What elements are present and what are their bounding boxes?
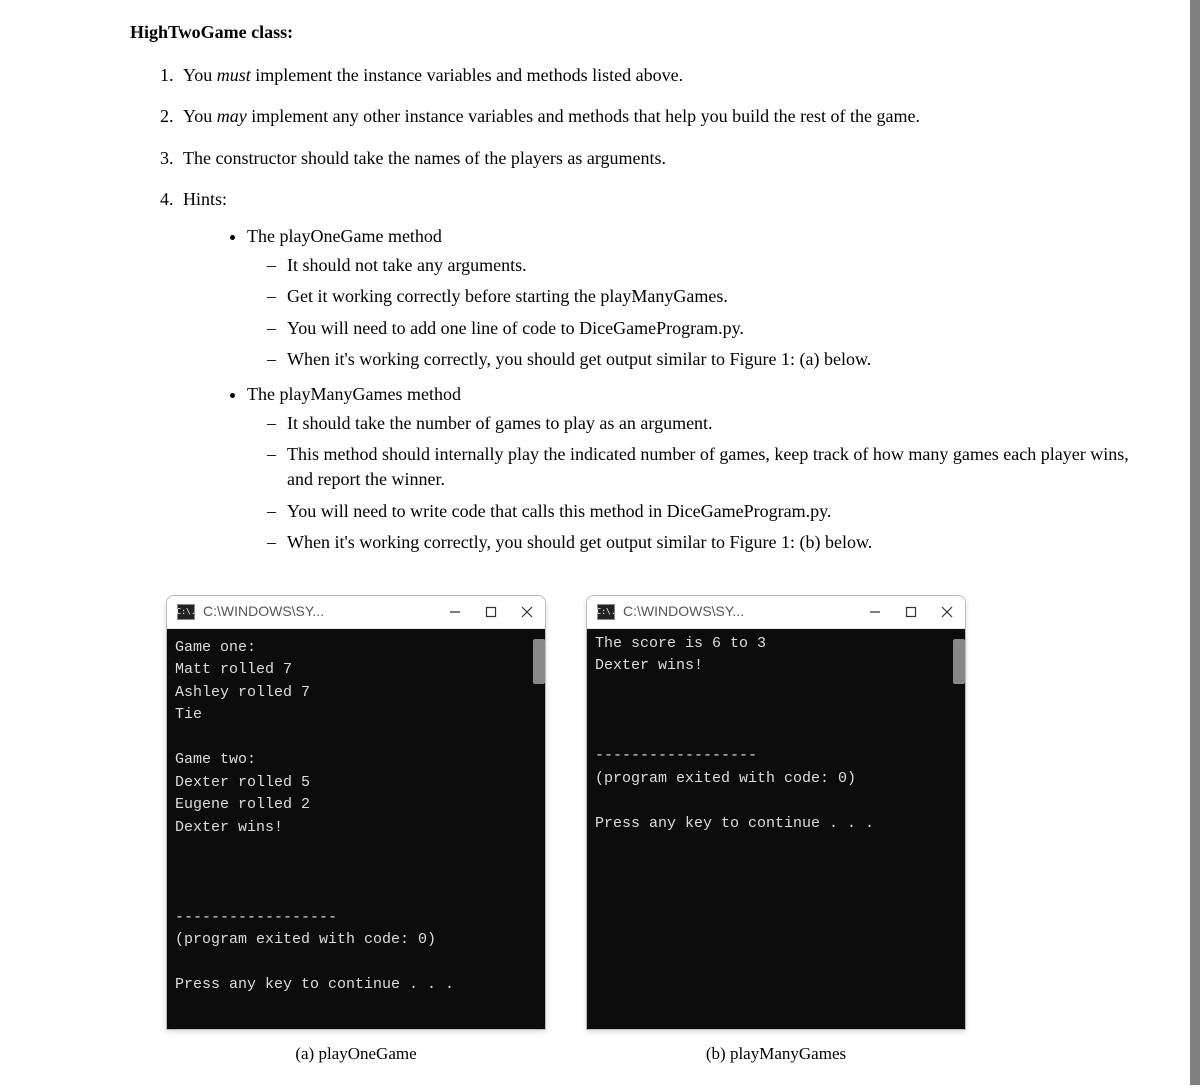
list-item-1-emph: must [217,65,251,85]
list-item-1-a: You [183,65,217,85]
console-window-a: C:\. C:\WINDOWS\SY... Game one: Matt rol… [166,595,546,1030]
heading-prefix: HighTwoGame class [130,22,287,42]
hint-bullet-list: The playOneGame method It should not tak… [183,224,1140,555]
figure-b: C:\. C:\WINDOWS\SY... The score is 6 to … [586,595,966,1065]
close-button[interactable] [519,604,535,620]
list-item-2-b: implement any other instance variables a… [247,106,920,126]
console-title-b: C:\WINDOWS\SY... [623,602,867,622]
dash-item: When it's working correctly, you should … [287,530,1140,555]
playonegame-dash-list: It should not take any arguments. Get it… [247,253,1140,372]
list-item-4-label: Hints: [183,189,227,209]
dash-item: It should not take any arguments. [287,253,1140,278]
close-icon [941,606,953,618]
console-scrollbar-b[interactable] [953,639,965,684]
minimize-button[interactable] [447,604,463,620]
figure-caption-b: (b) playManyGames [586,1042,966,1066]
cmd-icon: C:\. [177,604,195,620]
bullet-playonegame-label: The playOneGame method [247,226,442,246]
maximize-button[interactable] [483,604,499,620]
dash-item: This method should internally play the i… [287,442,1140,492]
maximize-icon [485,606,497,618]
console-title-a: C:\WINDOWS\SY... [203,602,447,622]
list-item-3: The constructor should take the names of… [178,146,1140,171]
console-window-b: C:\. C:\WINDOWS\SY... The score is 6 to … [586,595,966,1030]
maximize-button[interactable] [903,604,919,620]
list-item-1: You must implement the instance variable… [178,63,1140,88]
window-controls-a [447,604,535,620]
list-item-2-a: You [183,106,217,126]
ordered-list: You must implement the instance variable… [130,63,1140,555]
playmanygames-dash-list: It should take the number of games to pl… [247,411,1140,555]
dash-item: It should take the number of games to pl… [287,411,1140,436]
console-body-b: The score is 6 to 3 Dexter wins! -------… [587,629,965,1029]
figure-caption-a: (a) playOneGame [166,1042,546,1066]
dash-item: You will need to write code that calls t… [287,499,1140,524]
cmd-icon: C:\. [597,604,615,620]
dash-item: When it's working correctly, you should … [287,347,1140,372]
window-controls-b [867,604,955,620]
figure-a: C:\. C:\WINDOWS\SY... Game one: Matt rol… [166,595,546,1065]
close-icon [521,606,533,618]
bullet-playmanygames-label: The playManyGames method [247,384,461,404]
heading: HighTwoGame class: [130,20,1140,45]
minimize-icon [869,606,881,618]
dash-item: You will need to add one line of code to… [287,316,1140,341]
page-scrollbar[interactable] [1190,0,1200,1085]
console-scrollbar-a[interactable] [533,639,545,684]
console-body-a: Game one: Matt rolled 7 Ashley rolled 7 … [167,629,545,1029]
dash-item: Get it working correctly before starting… [287,284,1140,309]
console-titlebar-b[interactable]: C:\. C:\WINDOWS\SY... [587,596,965,629]
list-item-2-emph: may [217,106,247,126]
console-titlebar-a[interactable]: C:\. C:\WINDOWS\SY... [167,596,545,629]
minimize-icon [449,606,461,618]
list-item-4: Hints: The playOneGame method It should … [178,187,1140,555]
minimize-button[interactable] [867,604,883,620]
bullet-playmanygames: The playManyGames method It should take … [247,382,1140,555]
list-item-1-b: implement the instance variables and met… [251,65,683,85]
maximize-icon [905,606,917,618]
heading-suffix: : [287,22,293,42]
list-item-2: You may implement any other instance var… [178,104,1140,129]
figures-row: C:\. C:\WINDOWS\SY... Game one: Matt rol… [130,595,1140,1065]
bullet-playonegame: The playOneGame method It should not tak… [247,224,1140,372]
close-button[interactable] [939,604,955,620]
